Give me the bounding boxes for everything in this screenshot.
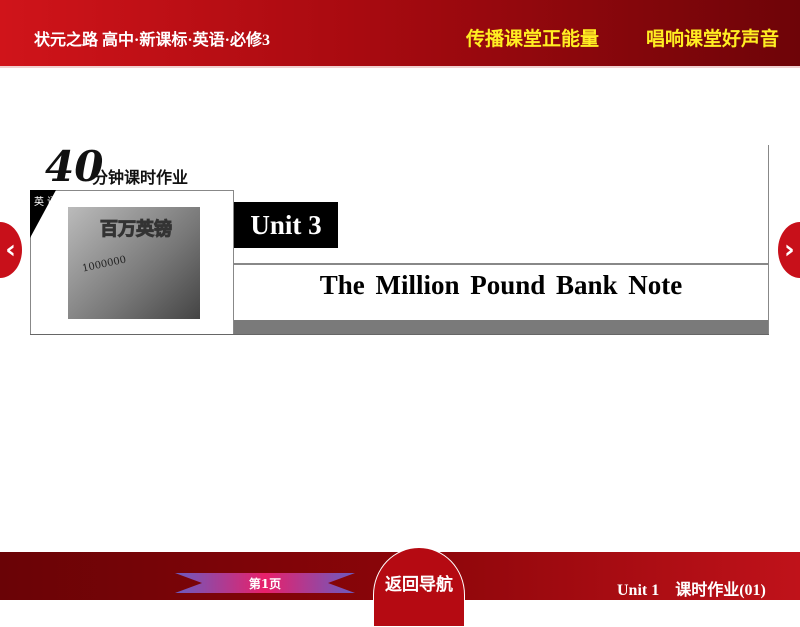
header-bar: 状元之路 高中·新课标·英语·必修3 传播课堂正能量 唱响课堂好声音 bbox=[0, 0, 800, 68]
divider bbox=[234, 263, 768, 265]
page-indicator: 第1页 bbox=[175, 573, 355, 593]
poster-note: 1000000 bbox=[81, 254, 128, 275]
prev-slide-button[interactable]: ‹ bbox=[0, 222, 22, 278]
next-slide-button[interactable]: › bbox=[778, 222, 800, 278]
badge-text: 分钟课时作业 bbox=[92, 168, 189, 187]
unit-label: Unit 3 bbox=[234, 202, 338, 248]
slogan-1: 传播课堂正能量 bbox=[466, 28, 600, 50]
slogan-2: 唱响课堂好声音 bbox=[646, 28, 780, 50]
divider bbox=[768, 145, 769, 335]
chevron-left-icon: ‹ bbox=[5, 235, 16, 265]
unit-title: The Million Pound Bank Note bbox=[319, 270, 683, 300]
subject-label: 英语 bbox=[34, 197, 60, 208]
book-title: 状元之路 高中·新课标·英语·必修3 bbox=[34, 32, 271, 49]
chevron-right-icon: › bbox=[784, 235, 795, 265]
poster-title: 百万英镑 bbox=[100, 219, 173, 241]
divider bbox=[30, 334, 769, 335]
movie-poster-image: 百万英镑 1000000 bbox=[68, 207, 200, 319]
grey-bar bbox=[234, 320, 768, 334]
lesson-label: Unit 1 课时作业(01) bbox=[617, 582, 766, 599]
